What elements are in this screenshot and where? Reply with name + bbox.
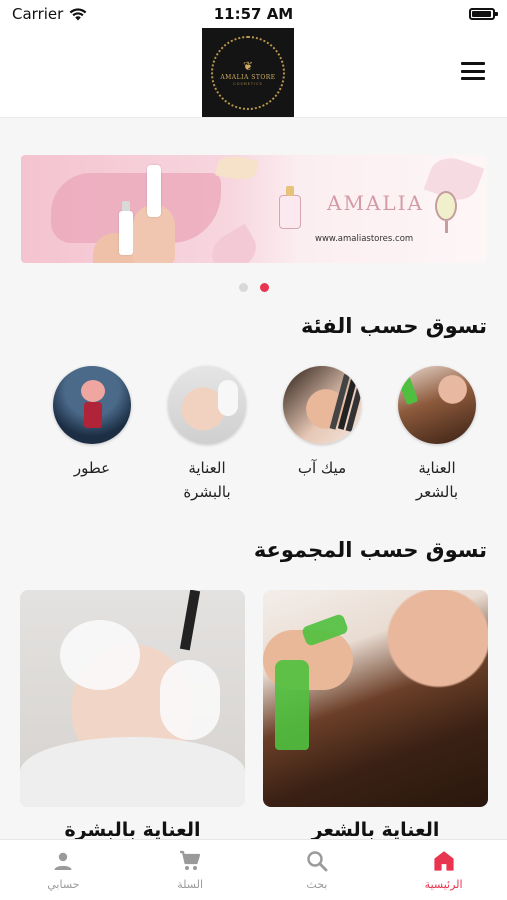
category-label: عطور <box>73 459 111 477</box>
menu-icon[interactable] <box>461 60 485 82</box>
tab-label: بحث <box>306 878 328 891</box>
hair-care-image <box>398 366 476 444</box>
category-label: العناية بالشعر <box>415 459 459 501</box>
cosmetic-tube-image <box>147 165 161 217</box>
perfume-bottle-image <box>279 186 301 229</box>
status-left: Carrier <box>12 5 87 23</box>
category-hair-care[interactable]: العناية بالشعر <box>382 366 492 504</box>
status-bar: Carrier 11:57 AM <box>0 0 507 28</box>
tab-label: الرئيسية <box>424 878 463 891</box>
leaf-decoration <box>215 155 259 183</box>
home-icon <box>434 851 454 871</box>
category-perfume[interactable]: عطور <box>37 366 147 480</box>
tab-search[interactable]: بحث <box>254 840 381 900</box>
leaf-decoration <box>205 223 263 263</box>
cosmetic-bottle-image <box>119 201 133 255</box>
tab-account[interactable]: حسابي <box>0 840 127 900</box>
category-label: ميك آب <box>297 459 347 477</box>
banner-brand: AMALIA <box>327 191 424 215</box>
wifi-icon <box>69 7 87 20</box>
leaf-icon: ❦ <box>242 58 254 73</box>
search-icon <box>307 851 328 872</box>
category-makeup[interactable]: ميك آب <box>267 366 377 480</box>
carrier-label: Carrier <box>12 5 64 23</box>
category-label: العناية بالبشرة <box>183 459 231 501</box>
tab-cart[interactable]: السلة <box>127 840 254 900</box>
carousel-dot-active[interactable] <box>259 283 269 292</box>
categories-list: العناية بالشعر ميك آب العناية بالبشرة عطور <box>0 366 507 506</box>
collection-label: العناية بالبشرة <box>64 819 201 841</box>
carousel-dot[interactable] <box>238 283 248 292</box>
collection-label: العناية بالشعر <box>311 819 440 841</box>
hair-care-collection-image <box>263 590 488 807</box>
logo-subtext: COSMETICS <box>233 81 263 86</box>
skin-care-image <box>168 366 246 444</box>
logo-ring: ❦ AMALIA STORE COSMETICS <box>211 35 285 110</box>
carousel-indicator <box>0 283 507 292</box>
app-header: ❦ AMALIA STORE COSMETICS <box>0 28 507 118</box>
collection-skin-care[interactable]: العناية بالبشرة <box>20 590 245 841</box>
perfume-image <box>53 366 131 444</box>
battery-icon <box>469 8 498 20</box>
categories-title: تسوق حسب الفئة <box>300 314 487 338</box>
tab-label: حسابي <box>47 878 80 891</box>
makeup-image <box>283 366 361 444</box>
banner-url: www.amaliastores.com <box>315 234 414 244</box>
bottom-tab-bar: حسابي السلة بحث الرئيسية <box>0 839 507 900</box>
store-logo[interactable]: ❦ AMALIA STORE COSMETICS <box>202 28 294 117</box>
mirror-image <box>435 191 457 233</box>
collections-title: تسوق حسب المجموعة <box>253 538 487 562</box>
skin-care-collection-image <box>20 590 245 807</box>
collection-hair-care[interactable]: العناية بالشعر <box>263 590 488 841</box>
person-icon <box>54 852 72 870</box>
promo-banner[interactable]: AMALIA www.amaliastores.com <box>21 155 487 263</box>
tab-label: السلة <box>177 878 203 891</box>
category-skin-care[interactable]: العناية بالبشرة <box>152 366 262 504</box>
logo-text: AMALIA STORE <box>220 73 276 81</box>
tab-home[interactable]: الرئيسية <box>380 840 507 900</box>
cart-icon <box>180 850 201 870</box>
